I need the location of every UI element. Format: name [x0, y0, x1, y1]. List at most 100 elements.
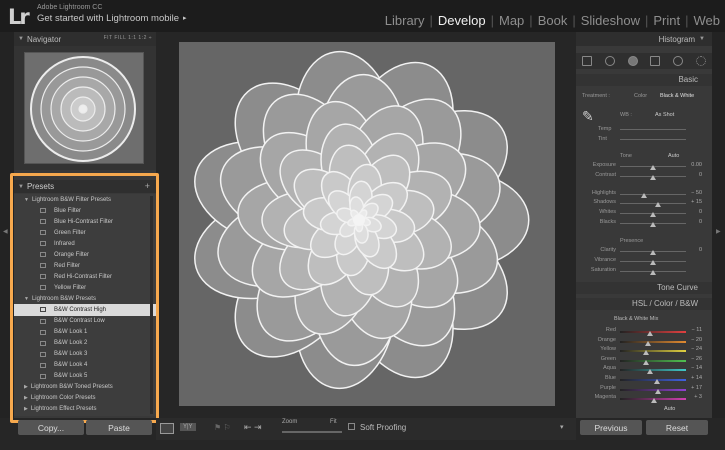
highlights-slider-knob[interactable]: [640, 193, 647, 198]
bw-mix-magenta-label: Magenta: [594, 394, 616, 401]
module-slideshow[interactable]: Slideshow: [576, 13, 645, 28]
navigator-zoom-options[interactable]: FIT FILL 1:1 1:2 ÷: [104, 35, 152, 41]
bw-mix-orange-slider[interactable]: [620, 340, 686, 343]
highlights-value[interactable]: − 50: [686, 190, 702, 196]
toolbar-menu-icon[interactable]: ▾: [560, 423, 564, 431]
navigator-header[interactable]: ▼ Navigator FIT FILL 1:1 1:2 ÷: [14, 32, 156, 46]
bw-mix-aqua-knob[interactable]: [646, 369, 653, 375]
wb-select[interactable]: As Shot: [655, 112, 674, 118]
adjustment-brush-icon[interactable]: [695, 56, 706, 66]
tone-curve-header[interactable]: Tone Curve: [576, 282, 712, 294]
bw-mix-yellow-slider[interactable]: [620, 350, 686, 353]
rotate-arrows-icon[interactable]: ⇤ ⇥: [244, 422, 262, 433]
bw-mix-green-value[interactable]: − 26: [686, 356, 702, 362]
shadows-label: Shadows: [593, 199, 616, 205]
spot-removal-icon[interactable]: [604, 56, 615, 66]
bw-mix-purple-label: Purple: [600, 384, 616, 391]
module-map[interactable]: Map: [494, 13, 529, 28]
bw-mix-purple-slider[interactable]: [620, 388, 686, 391]
treatment-bw-option[interactable]: Black & White: [660, 93, 694, 99]
tone-auto-button[interactable]: Auto: [668, 153, 679, 159]
bw-mix-magenta-value[interactable]: + 3: [686, 394, 702, 400]
bw-mix-purple-value[interactable]: + 17: [686, 385, 702, 391]
mobile-promo-link[interactable]: Get started with Lightroom mobile: [37, 13, 179, 24]
contrast-label: Contrast: [595, 172, 616, 178]
tint-label: Tint: [598, 136, 607, 142]
paste-settings-button[interactable]: Paste: [86, 420, 152, 435]
main-photo[interactable]: [179, 42, 555, 406]
reset-button[interactable]: Reset: [646, 420, 708, 435]
tint-slider[interactable]: [620, 139, 686, 140]
bw-mix-yellow-knob[interactable]: [643, 350, 650, 356]
bottom-toolbar: Y|Y ⚑ ⚐ ⇤ ⇥ Zoom Fit Soft Proofing ▾: [156, 418, 576, 440]
module-library[interactable]: Library: [380, 13, 430, 28]
temp-label: Temp: [598, 126, 612, 132]
vibrance-label: Vibrance: [594, 257, 616, 263]
bw-auto-button[interactable]: Auto: [664, 406, 675, 412]
bw-mix-blue-value[interactable]: + 14: [686, 375, 702, 381]
contrast-value[interactable]: 0: [686, 172, 702, 178]
bw-mix-red-knob[interactable]: [647, 331, 654, 336]
red-eye-icon[interactable]: [627, 56, 638, 66]
bw-mix-green-slider[interactable]: [620, 359, 686, 362]
clarity-value[interactable]: 0: [686, 247, 702, 253]
bw-mix-aqua-value[interactable]: − 14: [686, 365, 702, 371]
module-print[interactable]: Print: [648, 13, 685, 28]
navigator-thumbnail[interactable]: [24, 52, 144, 164]
module-develop[interactable]: Develop: [433, 13, 491, 28]
navigator-title: Navigator: [26, 34, 62, 44]
hsl-header[interactable]: HSL / Color / B&W: [576, 298, 712, 310]
histogram-title: Histogram: [658, 34, 696, 44]
highlights-label: Highlights: [591, 190, 616, 196]
bw-mix-blue-knob[interactable]: [653, 379, 660, 384]
bw-mix-aqua-slider[interactable]: [620, 369, 686, 372]
copy-settings-button[interactable]: Copy...: [18, 420, 84, 435]
module-web[interactable]: Web: [689, 13, 725, 28]
bw-mix-magenta-knob[interactable]: [650, 398, 657, 404]
saturation-label: Saturation: [590, 267, 616, 273]
shadows-value[interactable]: + 15: [686, 199, 702, 205]
exposure-slider-knob[interactable]: [650, 165, 656, 170]
highlights-slider[interactable]: [620, 194, 686, 195]
whites-value[interactable]: 0: [686, 209, 702, 215]
lightroom-logo: Lr: [8, 5, 30, 29]
bw-mix-purple-knob[interactable]: [655, 388, 662, 394]
blacks-value[interactable]: 0: [686, 219, 702, 225]
before-after-icon[interactable]: Y|Y: [180, 423, 196, 431]
temp-slider[interactable]: [620, 129, 686, 130]
bw-mix-red-value[interactable]: − 11: [686, 327, 702, 333]
eyedropper-icon[interactable]: ✎: [582, 108, 594, 125]
previous-button[interactable]: Previous: [580, 420, 642, 435]
graduated-filter-icon[interactable]: [650, 56, 661, 66]
tool-strip: [576, 53, 712, 69]
bw-mix-yellow-label: Yellow: [600, 346, 616, 353]
module-picker: Library | Develop | Map | Book | Slideshow | Print…: [380, 11, 725, 29]
histogram-header[interactable]: Histogram ▼: [576, 32, 712, 46]
collapse-triangle-icon: ▼: [18, 36, 24, 42]
saturation-slider-knob[interactable]: [650, 270, 656, 275]
loupe-view-icon[interactable]: [160, 423, 174, 434]
bw-mix-orange-knob[interactable]: [644, 340, 651, 346]
soft-proofing-checkbox[interactable]: [348, 423, 355, 430]
blacks-slider-knob[interactable]: [650, 222, 656, 227]
clarity-slider-knob[interactable]: [650, 250, 656, 255]
bw-mix-yellow-value[interactable]: − 24: [686, 346, 702, 352]
crop-tool-icon[interactable]: [582, 56, 593, 66]
contrast-slider-knob[interactable]: [650, 175, 656, 180]
flag-icon[interactable]: ⚑ ⚐: [214, 423, 231, 432]
right-edge-collapse[interactable]: ▶: [712, 32, 725, 418]
treatment-color-option[interactable]: Color: [634, 93, 647, 99]
bw-mix-green-knob[interactable]: [642, 359, 649, 365]
zoom-slider[interactable]: [282, 431, 342, 433]
exposure-value[interactable]: 0.00: [686, 162, 702, 168]
radial-filter-icon[interactable]: [672, 56, 683, 66]
mobile-promo-arrow-icon[interactable]: ▸: [183, 14, 187, 22]
bw-mix-orange-value[interactable]: − 20: [686, 337, 702, 343]
shadows-slider[interactable]: [620, 203, 686, 204]
module-book[interactable]: Book: [533, 13, 573, 28]
basic-header[interactable]: Basic: [576, 74, 712, 86]
vibrance-slider-knob[interactable]: [650, 260, 656, 265]
shadows-slider-knob[interactable]: [655, 202, 662, 207]
whites-slider-knob[interactable]: [650, 212, 656, 217]
bw-mix-red-label: Red: [605, 327, 616, 333]
